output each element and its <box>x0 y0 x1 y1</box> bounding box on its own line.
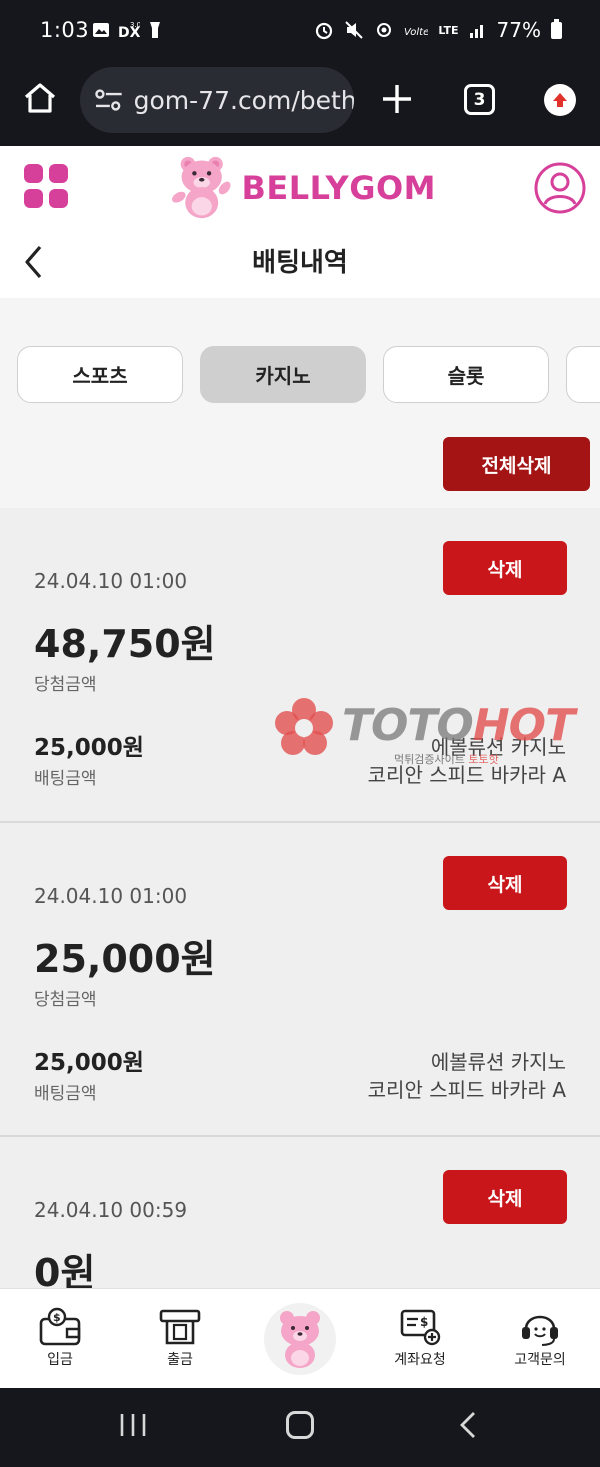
bet-amount-label: 배팅금액 <box>34 769 97 789</box>
nav-label: 출금 <box>167 1352 193 1368</box>
status-system-icons: Volte LTE 77% <box>314 18 562 42</box>
battery-percent: 77% <box>496 18 541 42</box>
nav-label: 고객문의 <box>514 1352 566 1368</box>
bet-amount-label: 배팅금액 <box>34 1084 97 1104</box>
battery-icon <box>551 18 562 39</box>
network-type: LTE <box>438 23 459 37</box>
recents-icon[interactable] <box>118 1412 148 1438</box>
delete-button[interactable]: 삭제 <box>443 1170 567 1224</box>
bet-card: 삭제 24.04.10 01:00 48,750원 당첨금액 25,000원 배… <box>0 508 600 823</box>
bet-amount: 25,000원 <box>34 735 144 761</box>
wallet-icon: $ <box>39 1307 81 1346</box>
home-icon[interactable] <box>22 80 58 116</box>
nav-label: 계좌요청 <box>394 1352 446 1368</box>
nav-customer-support[interactable]: 고객문의 <box>480 1289 600 1389</box>
status-notification-icons: DX 3.0 <box>92 20 162 40</box>
bottom-nav: $ 입금 출금 $ 계좌요청 고객문의 <box>0 1288 600 1388</box>
account-request-icon: $ <box>400 1309 441 1346</box>
atm-icon <box>159 1309 201 1345</box>
nav-deposit[interactable]: $ 입금 <box>0 1289 120 1389</box>
svg-text:Volte: Volte <box>404 27 428 38</box>
alarm-icon <box>316 22 333 40</box>
win-amount-label: 당첨금액 <box>34 990 97 1010</box>
headset-icon <box>522 1315 558 1346</box>
bear-mascot-icon <box>280 1311 320 1368</box>
status-bar: 1:03 DX 3.0 Volte LTE 77% <box>0 0 600 62</box>
profile-icon[interactable] <box>534 162 586 214</box>
tab-more[interactable] <box>566 346 600 403</box>
delete-button[interactable]: 삭제 <box>443 856 567 910</box>
browser-toolbar: gom-77.com/beth 3 <box>0 62 600 146</box>
update-button[interactable] <box>544 84 576 116</box>
volte-icon: Volte <box>404 27 428 38</box>
flashlight-icon <box>150 22 160 38</box>
status-time: 1:03 <box>40 18 90 42</box>
game-name: 코리안 스피드 바카라 A <box>367 1078 566 1102</box>
tab-sports[interactable]: 스포츠 <box>17 346 183 403</box>
win-amount: 25,000원 <box>34 937 216 981</box>
win-amount-label: 당첨금액 <box>34 675 97 695</box>
site-settings-icon[interactable] <box>94 87 124 113</box>
url-bar[interactable]: gom-77.com/beth <box>80 67 354 133</box>
nav-withdraw[interactable]: 출금 <box>120 1289 240 1389</box>
arrow-up-icon <box>553 93 567 107</box>
nav-label: 입금 <box>47 1352 73 1368</box>
bet-card: 삭제 24.04.10 00:59 0원 <box>0 1137 600 1288</box>
mute-icon <box>345 21 364 39</box>
nav-home-mascot[interactable] <box>264 1303 336 1375</box>
tab-count: 3 <box>473 89 486 110</box>
game-provider: 에볼류션 카지노 <box>430 1050 566 1074</box>
svg-text:$: $ <box>420 1315 428 1329</box>
win-amount: 48,750원 <box>34 622 216 666</box>
win-amount: 0원 <box>34 1251 96 1288</box>
category-filter: 스포츠 카지노 슬롯 전체삭제 <box>0 298 600 508</box>
bet-date: 24.04.10 01:00 <box>34 569 188 593</box>
nav-account-request[interactable]: $ 계좌요청 <box>360 1289 480 1389</box>
dex-icon: DX3.0 <box>118 21 140 40</box>
new-tab-icon[interactable] <box>380 82 414 116</box>
tab-slot[interactable]: 슬롯 <box>383 346 549 403</box>
hotspot-icon <box>377 23 392 37</box>
bellygom-logo[interactable]: BELLYGOM <box>166 152 436 224</box>
app-header: BELLYGOM 배팅내역 <box>0 146 600 298</box>
bet-amount: 25,000원 <box>34 1050 144 1076</box>
bet-date: 24.04.10 01:00 <box>34 884 188 908</box>
system-nav-bar <box>0 1388 600 1467</box>
tab-switcher-button[interactable]: 3 <box>464 84 495 115</box>
tab-casino[interactable]: 카지노 <box>200 346 366 403</box>
system-home-icon[interactable] <box>286 1411 314 1439</box>
delete-button[interactable]: 삭제 <box>443 541 567 595</box>
delete-all-button[interactable]: 전체삭제 <box>443 437 590 491</box>
bet-date: 24.04.10 00:59 <box>34 1198 188 1222</box>
gallery-icon <box>93 23 109 37</box>
game-provider: 에볼류션 카지노 <box>430 735 566 759</box>
url-text[interactable]: gom-77.com/beth <box>134 86 354 115</box>
bet-card: 삭제 24.04.10 01:00 25,000원 당첨금액 25,000원 배… <box>0 823 600 1137</box>
logo-text: BELLYGOM <box>241 169 436 207</box>
page-title: 배팅내역 <box>252 248 348 278</box>
signal-icon <box>469 25 483 38</box>
system-back-icon[interactable] <box>458 1410 478 1440</box>
menu-grid-icon[interactable] <box>24 164 68 208</box>
svg-text:3.0: 3.0 <box>130 21 140 29</box>
game-name: 코리안 스피드 바카라 A <box>367 763 566 787</box>
svg-text:$: $ <box>53 1311 61 1324</box>
bear-mascot-icon <box>172 156 231 219</box>
